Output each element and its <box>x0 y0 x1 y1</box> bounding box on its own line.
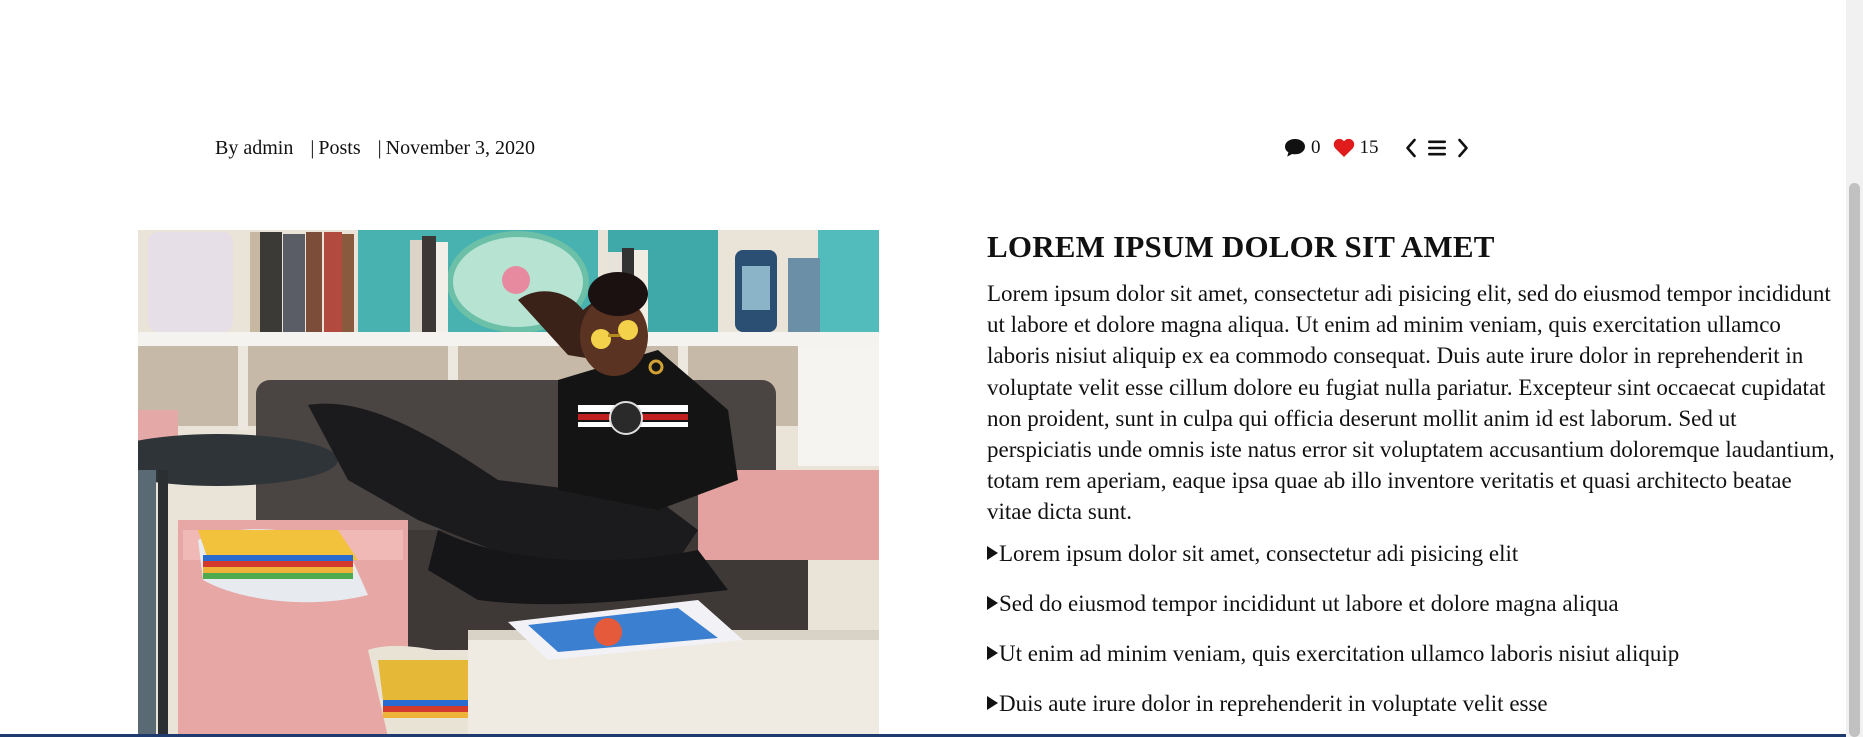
speech-bubble-icon[interactable] <box>1284 138 1306 158</box>
post-body: Lorem ipsum dolor sit amet, consectetur … <box>987 281 1835 525</box>
chevron-left-icon[interactable] <box>1405 138 1417 158</box>
menu-lines-icon[interactable] <box>1427 139 1447 157</box>
post-actions: 0 15 <box>1284 135 1469 161</box>
feature-list: Lorem ipsum dolor sit amet, consectetur … <box>987 538 1837 719</box>
post-meta: By admin | Posts | November 3, 2020 <box>215 136 535 160</box>
list-item: Sed do eiusmod tempor incididunt ut labo… <box>987 588 1837 619</box>
heart-icon[interactable] <box>1333 138 1355 158</box>
list-item: Ut enim ad minim veniam, quis exercitati… <box>987 638 1837 669</box>
page: By admin |Posts |November 3, 2020 0 15 <box>0 0 1863 737</box>
category-link[interactable]: Posts <box>318 136 360 160</box>
meta-separator: | <box>377 137 382 159</box>
triangle-bullet-icon <box>987 546 998 561</box>
post-featured-image <box>138 230 879 737</box>
triangle-bullet-icon <box>987 696 998 711</box>
list-item: Duis aute irure dolor in reprehenderit i… <box>987 688 1837 719</box>
likes-count: 15 <box>1359 137 1379 158</box>
list-item: Lorem ipsum dolor sit amet, consectetur … <box>987 538 1837 569</box>
post-content: LOREM IPSUM DOLOR SIT AMET Lorem ipsum d… <box>987 228 1837 737</box>
post-title: LOREM IPSUM DOLOR SIT AMET <box>987 229 1495 264</box>
chevron-right-icon[interactable] <box>1457 138 1469 158</box>
comments-count: 0 <box>1311 137 1321 158</box>
meta-separator: | <box>310 137 315 159</box>
scrollbar-thumb[interactable] <box>1849 183 1860 737</box>
triangle-bullet-icon <box>987 646 998 661</box>
post-date: November 3, 2020 <box>385 137 536 159</box>
vertical-scrollbar[interactable] <box>1846 0 1863 737</box>
triangle-bullet-icon <box>987 596 998 611</box>
author-link[interactable]: By admin <box>215 136 293 160</box>
